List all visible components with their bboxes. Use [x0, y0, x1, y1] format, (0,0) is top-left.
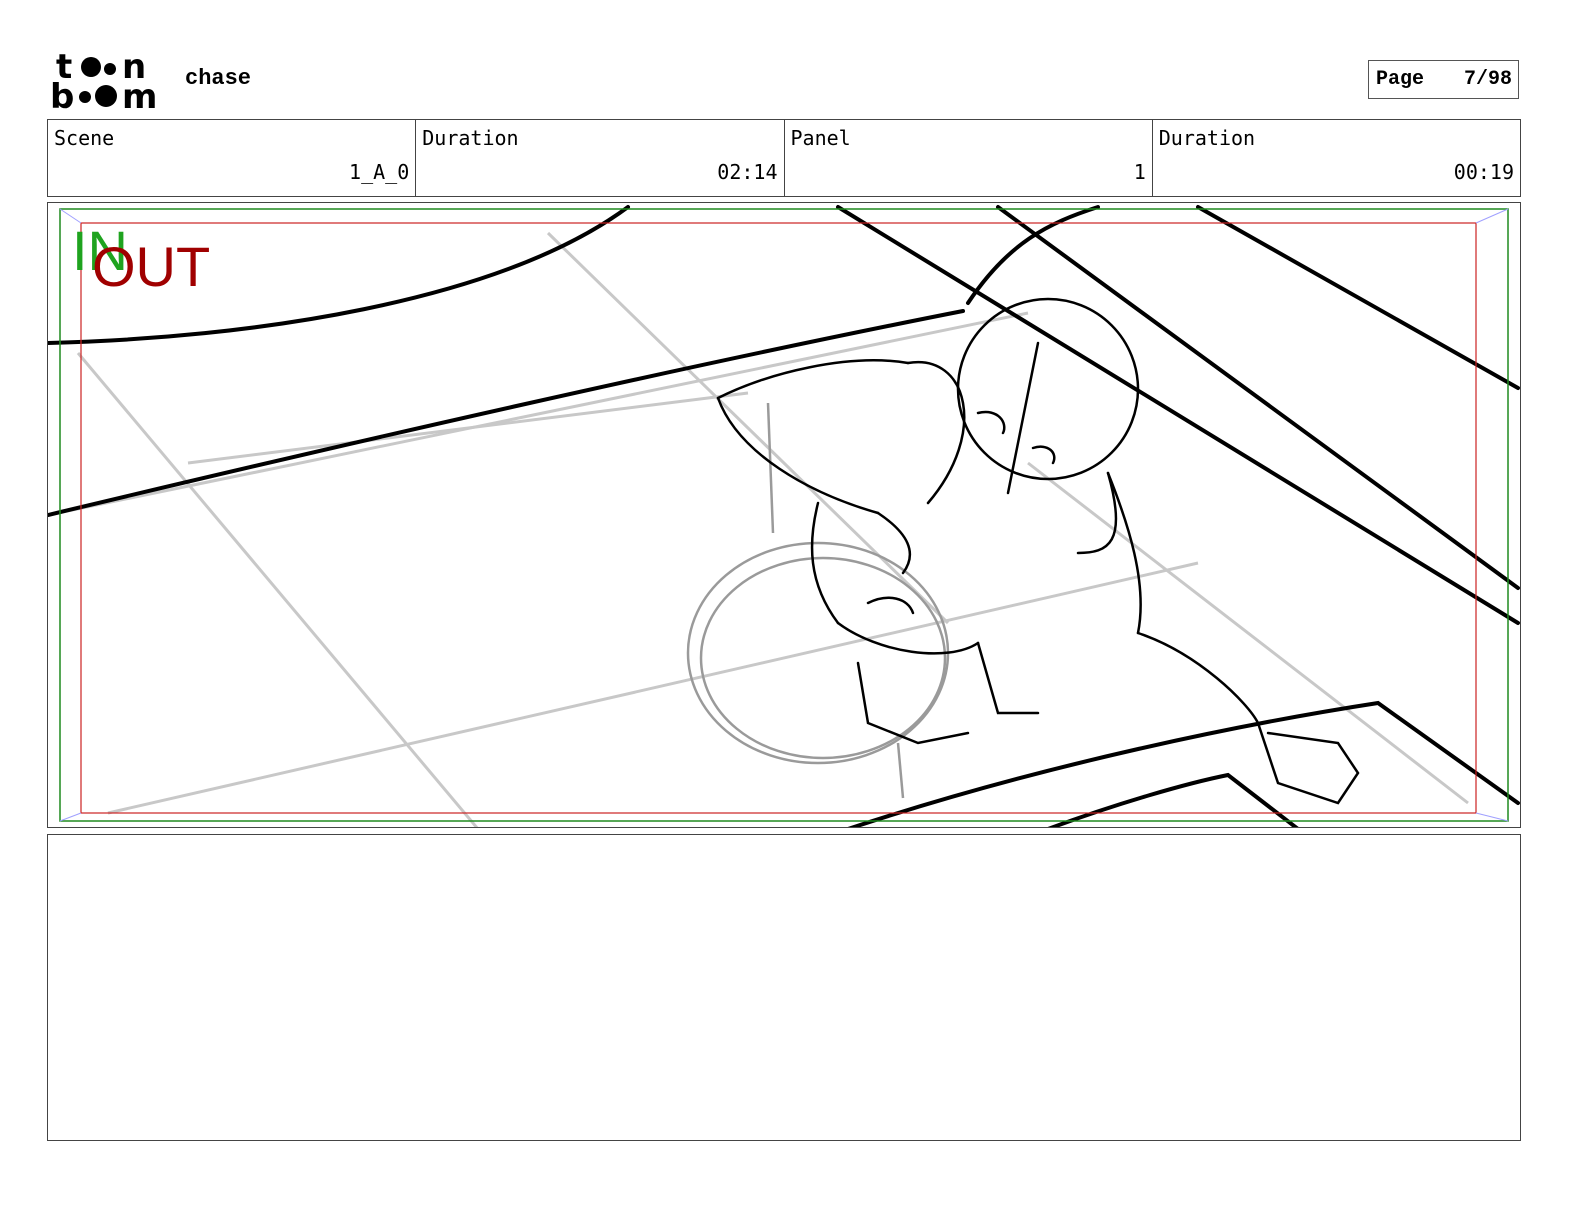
scene-duration-cell: Duration 02:14 [416, 120, 785, 196]
frame-corner-arrows [59, 208, 1509, 822]
out-marker: OUT [92, 235, 211, 298]
svg-text:b: b [50, 77, 74, 112]
red-safe-frame [80, 222, 1477, 814]
panel-duration-value: 00:19 [1453, 160, 1514, 184]
scene-value: 1_A_0 [349, 160, 410, 184]
scene-label: Scene [54, 126, 115, 150]
scene-duration-label: Duration [422, 126, 519, 150]
project-title: chase [185, 66, 252, 91]
logo-graphic: t n b m [50, 47, 157, 117]
green-safe-frame [59, 208, 1509, 822]
floor-tile-lines [48, 231, 1469, 827]
panel-value: 1 [1133, 160, 1146, 184]
panel-info-row: Scene 1_A_0 Duration 02:14 Panel 1 Durat… [47, 119, 1521, 197]
panel-label: Panel [790, 126, 851, 150]
storyboard-panel: IN OUT [47, 202, 1521, 828]
environment-lines [48, 205, 1520, 827]
panel-cell: Panel 1 [785, 120, 1153, 196]
character-sketch [716, 297, 1360, 805]
toon-boom-logo: t n b m [50, 47, 165, 117]
page-label: Page [1376, 68, 1425, 91]
scene-duration-value: 02:14 [717, 160, 778, 184]
panel-duration-label: Duration [1158, 126, 1256, 150]
panel-sketch [48, 205, 1520, 827]
svg-text:m: m [122, 77, 157, 112]
panel-notes-box[interactable] [47, 834, 1521, 1141]
page-number: 7/98 [1463, 68, 1512, 91]
page-indicator: Page 7/98 [1368, 60, 1519, 99]
panel-duration-cell: Duration 00:19 [1153, 120, 1520, 196]
scene-cell: Scene 1_A_0 [48, 120, 417, 196]
